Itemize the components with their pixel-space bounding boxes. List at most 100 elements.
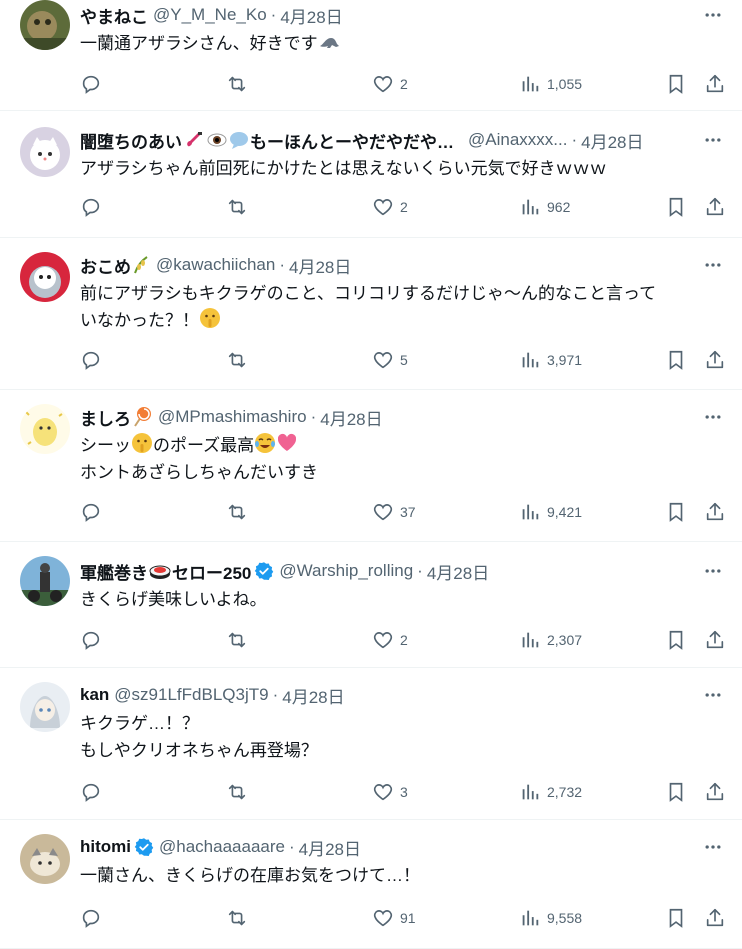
more-icon[interactable] — [700, 404, 726, 430]
bookmark-button[interactable] — [665, 907, 687, 929]
share-button[interactable] — [704, 501, 726, 523]
bookmark-button[interactable] — [665, 73, 687, 95]
separator-dot: · — [310, 407, 317, 426]
retweet-button[interactable] — [226, 781, 248, 803]
timestamp[interactable]: 4月28日 — [280, 3, 342, 28]
reply-button[interactable] — [80, 73, 102, 95]
retweet-button[interactable] — [226, 501, 248, 523]
handle[interactable]: @sz91LfFdBLQ3jT9 — [114, 685, 268, 705]
reply-button[interactable] — [80, 196, 102, 218]
like-button[interactable]: 5 — [372, 349, 408, 371]
reply-text: 前にアザラシもキクラゲのこと、コリコリするだけじゃ～ん的なこと言って いなかった… — [80, 280, 726, 334]
avatar[interactable] — [20, 0, 70, 50]
display-name[interactable]: hitomi — [80, 837, 154, 857]
views-button[interactable]: 962 — [519, 196, 570, 218]
retweet-button[interactable] — [226, 73, 248, 95]
share-button[interactable] — [704, 349, 726, 371]
timestamp[interactable]: 4月28日 — [581, 128, 643, 153]
bookmark-button[interactable] — [665, 196, 687, 218]
display-name[interactable]: おこめ — [80, 253, 131, 278]
reply[interactable]: hitomi @hachaaaaaare · 4月28日 一蘭さん、きくらげの在… — [0, 820, 742, 949]
retweet-button[interactable] — [226, 349, 248, 371]
share-button[interactable] — [704, 907, 726, 929]
views-button[interactable]: 2,732 — [519, 781, 582, 803]
more-icon[interactable] — [700, 252, 726, 278]
share-button[interactable] — [704, 73, 726, 95]
more-icon[interactable] — [700, 834, 726, 860]
speech-bubble-emoji-icon — [230, 132, 248, 149]
display-name[interactable]: やまねこ — [80, 3, 148, 28]
display-name[interactable]: kan — [80, 685, 109, 705]
reply[interactable]: 軍艦巻き セロー250 @Warship_rolling · 4月28日 きくら… — [0, 542, 742, 668]
avatar[interactable] — [20, 127, 70, 177]
like-count: 37 — [400, 504, 416, 520]
reply[interactable]: おこめ @kawachiichan · 4月28日 前にアザラシもキクラゲのこと… — [0, 238, 742, 390]
verified-badge-icon — [134, 837, 154, 857]
handle[interactable]: @Warship_rolling — [279, 561, 413, 581]
reply[interactable]: ましろ @MPmashimashiro · 4月28日 シーッ のポーズ最高 ホン… — [0, 390, 742, 542]
retweet-button[interactable] — [226, 907, 248, 929]
text-line: キクラゲ…！？ — [80, 714, 199, 733]
timestamp[interactable]: 4月28日 — [299, 835, 361, 860]
reply-button[interactable] — [80, 349, 102, 371]
timestamp[interactable]: 4月28日 — [289, 253, 351, 278]
like-button[interactable]: 2 — [372, 73, 408, 95]
timestamp[interactable]: 4月28日 — [427, 559, 489, 584]
reply[interactable]: やまねこ @Y_M_Ne_Ko · 4月28日 一蘭通アザラシさん、好きです 2… — [0, 0, 742, 111]
timestamp[interactable]: 4月28日 — [282, 683, 344, 708]
handle[interactable]: @Ainaxxxx... — [468, 130, 567, 150]
retweet-button[interactable] — [226, 629, 248, 651]
reply-header: 軍艦巻き セロー250 @Warship_rolling · 4月28日 — [80, 556, 726, 586]
bookmark-button[interactable] — [665, 629, 687, 651]
view-count: 3,971 — [547, 352, 583, 368]
more-icon[interactable] — [700, 558, 726, 584]
display-name[interactable]: ましろ — [80, 405, 131, 430]
avatar[interactable] — [20, 682, 70, 732]
share-button[interactable] — [704, 781, 726, 803]
like-button[interactable]: 91 — [372, 907, 416, 929]
handle[interactable]: @MPmashimashiro — [158, 407, 307, 427]
like-button[interactable]: 37 — [372, 501, 416, 523]
reply-text: 一蘭通アザラシさん、好きです — [80, 30, 726, 57]
timestamp[interactable]: 4月28日 — [320, 405, 382, 430]
avatar[interactable] — [20, 834, 70, 884]
like-button[interactable]: 3 — [372, 781, 408, 803]
views-button[interactable]: 9,421 — [519, 501, 582, 523]
views-button[interactable]: 3,971 — [519, 349, 582, 371]
views-button[interactable]: 2,307 — [519, 629, 582, 651]
share-button[interactable] — [704, 629, 726, 651]
handle[interactable]: @hachaaaaaare — [159, 837, 285, 857]
bookmark-button[interactable] — [665, 349, 687, 371]
display-name[interactable]: 闇堕ちのあい もーほんとーやだやだや… — [80, 128, 454, 153]
views-button[interactable]: 1,055 — [519, 73, 582, 95]
reply-button[interactable] — [80, 501, 102, 523]
avatar[interactable] — [20, 404, 70, 454]
reply[interactable]: 闇堕ちのあい もーほんとーやだやだや… @Ainaxxxx... · 4月28日… — [0, 111, 742, 238]
avatar[interactable] — [20, 252, 70, 302]
avatar[interactable] — [20, 556, 70, 606]
reply-header: hitomi @hachaaaaaare · 4月28日 — [80, 832, 726, 862]
like-button[interactable]: 2 — [372, 196, 408, 218]
more-icon[interactable] — [700, 127, 726, 153]
reply-text: シーッ のポーズ最高 ホントあざらしちゃんだいすき — [80, 432, 726, 486]
like-count: 2 — [400, 199, 408, 215]
bookmark-button[interactable] — [665, 501, 687, 523]
like-button[interactable]: 2 — [372, 629, 408, 651]
display-name[interactable]: 軍艦巻き セロー250 — [80, 559, 274, 584]
more-icon[interactable] — [700, 2, 726, 28]
share-button[interactable] — [704, 196, 726, 218]
views-button[interactable]: 9,558 — [519, 907, 582, 929]
handle[interactable]: @Y_M_Ne_Ko — [153, 5, 267, 25]
reply-content: やまねこ @Y_M_Ne_Ko · 4月28日 一蘭通アザラシさん、好きです — [80, 0, 726, 57]
text-line: 一蘭さん、きくらげの在庫お気をつけて…！ — [80, 866, 420, 885]
bookmark-button[interactable] — [665, 781, 687, 803]
reply[interactable]: kan @sz91LfFdBLQ3jT9 · 4月28日 キクラゲ…！？ もしや… — [0, 668, 742, 820]
reply-button[interactable] — [80, 629, 102, 651]
handle[interactable]: @kawachiichan — [156, 255, 275, 275]
reply-button[interactable] — [80, 907, 102, 929]
more-icon[interactable] — [700, 682, 726, 708]
reply-button[interactable] — [80, 781, 102, 803]
text-line: のポーズ最高 — [153, 436, 255, 455]
retweet-button[interactable] — [226, 196, 248, 218]
separator-dot: · — [288, 837, 295, 856]
